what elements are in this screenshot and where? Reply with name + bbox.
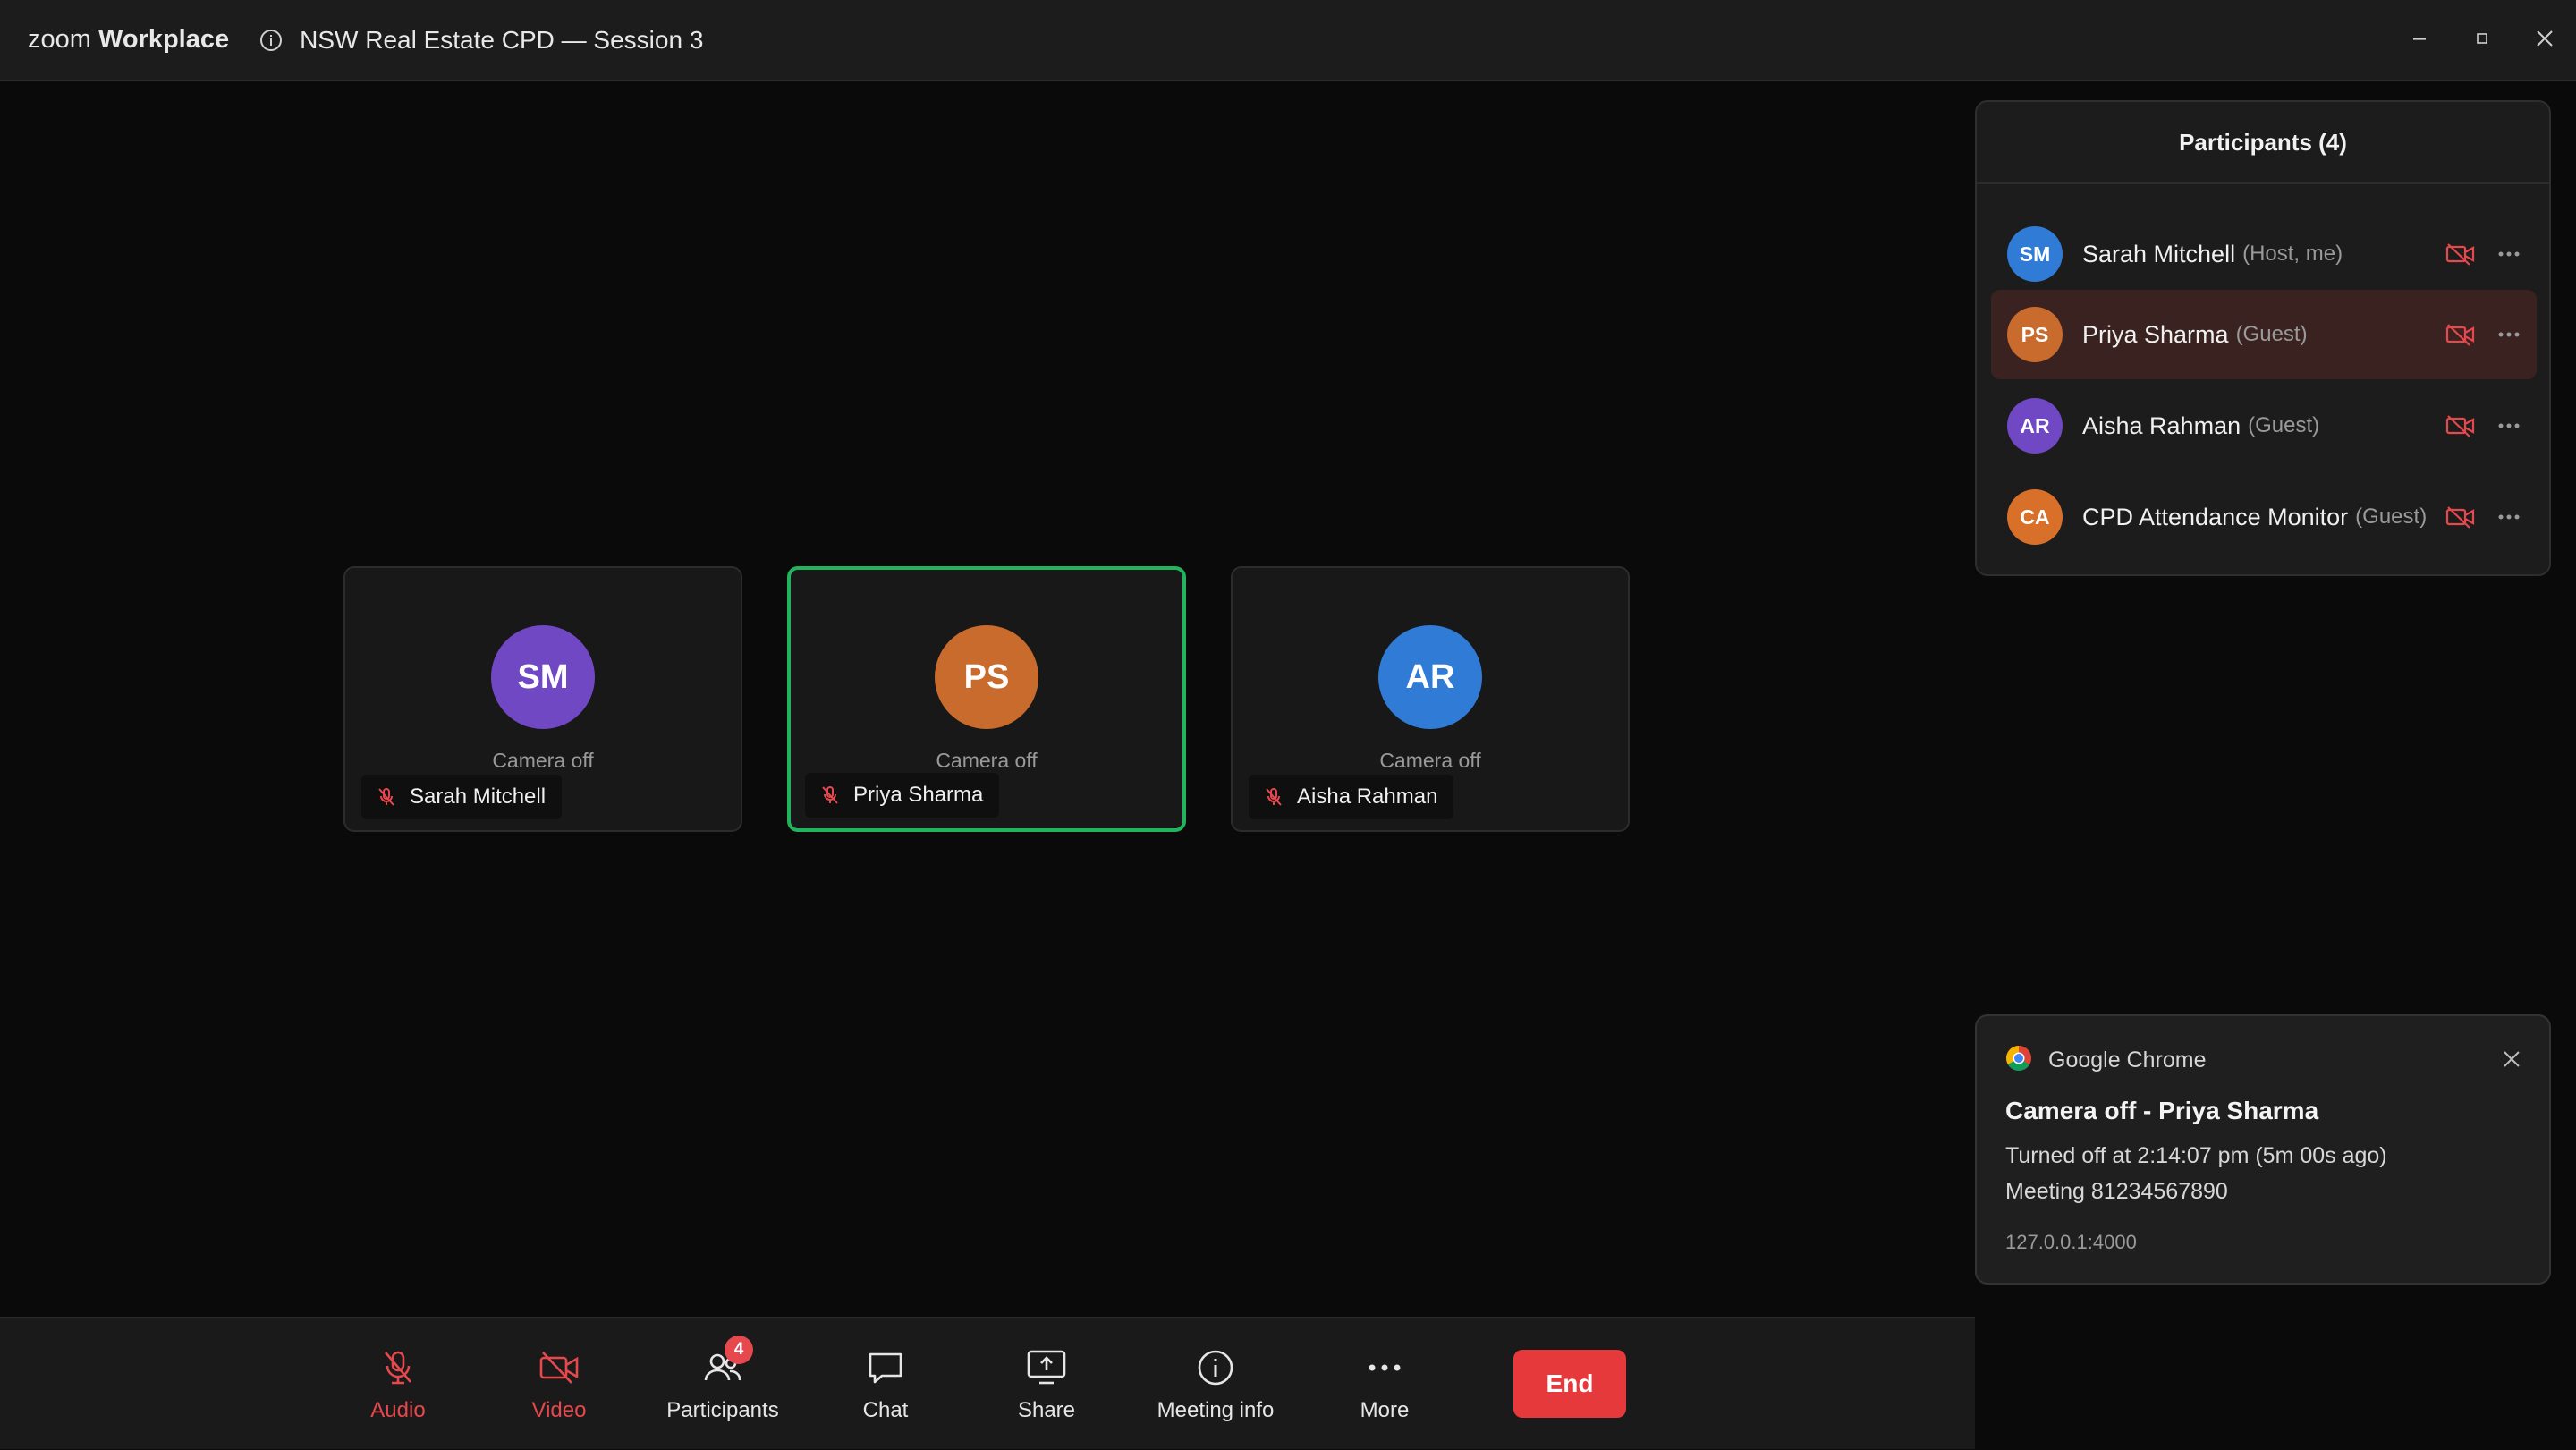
meeting-info-icon[interactable] [258,28,284,53]
camera-off-label: Camera off [492,749,594,772]
camera-off-label: Camera off [936,749,1038,772]
notification-source: 127.0.0.1:4000 [2005,1231,2137,1253]
tile-name: Aisha Rahman [1297,784,1438,809]
tile-name: Sarah Mitchell [410,784,547,809]
meeting-title: NSW Real Estate CPD — Session 3 [300,25,704,54]
participants-icon: 4 [701,1336,753,1389]
participant-row-priya-sharma[interactable]: PS Priya Sharma (Guest) [1991,290,2537,379]
notification-time: Turned off at 2:14:07 pm (5m 00s ago) [2005,1143,2387,1168]
video-label: Video [531,1398,587,1422]
mic-muted-icon [376,786,397,808]
participant-name: CPD Attendance Monitor [2082,503,2349,530]
participant-role: (Guest) [2235,322,2308,346]
audio-button[interactable]: Audio [331,1318,465,1450]
participant-role: (Guest) [2355,505,2428,529]
title-bar: zoom Workplace NSW Real Estate CPD — Ses… [0,0,2576,81]
participants-label: Participants [666,1398,779,1422]
tile-avatar: PS [935,625,1038,729]
brand-zoom: zoom [28,25,91,54]
mic-muted-icon [1263,786,1284,808]
meeting-toolbar: Audio Video 4 Participants Chat Share Me… [0,1317,1975,1449]
minimize-button[interactable] [2388,0,2451,81]
brand-workplace: Workplace [97,25,230,54]
more-options-icon[interactable] [2494,242,2524,267]
tile-nametag: Priya Sharma [805,773,1000,818]
notification-app-name: Google Chrome [2048,1047,2207,1073]
mic-muted-icon [819,784,841,806]
camera-off-icon [2445,413,2476,438]
chat-icon [864,1346,907,1389]
video-tile-aisha-rahman[interactable]: AR Camera off Aisha Rahman [1231,566,1630,832]
notification-close-icon[interactable] [2499,1047,2524,1072]
participants-panel: Participants (4) SM Sarah Mitchell (Host… [1975,100,2551,576]
meeting-info-button[interactable]: Meeting info [1148,1318,1283,1450]
video-tile-priya-sharma[interactable]: PS Camera off Priya Sharma [787,566,1186,832]
share-label: Share [1017,1398,1076,1422]
close-window-button[interactable] [2513,0,2576,81]
tile-avatar: AR [1378,625,1482,729]
participant-role: (Guest) [2248,413,2320,437]
video-button[interactable]: Video [492,1318,626,1450]
tile-nametag: Sarah Mitchell [361,775,563,819]
camera-off-icon [2445,505,2476,530]
participants-button[interactable]: 4 Participants [656,1318,790,1450]
app-brand: zoom Workplace [28,25,229,55]
share-button[interactable]: Share [979,1318,1114,1450]
chrome-icon [2005,1045,2032,1076]
participant-row-aisha-rahman[interactable]: AR Aisha Rahman (Guest) [1991,381,2537,471]
camera-off-icon [2445,322,2476,347]
mic-muted-icon [377,1346,419,1389]
camera-off-icon [2445,242,2476,267]
share-screen-icon [1025,1346,1068,1389]
chrome-notification[interactable]: Google Chrome Camera off - Priya Sharma … [1975,1014,2551,1285]
participants-title: Participants (4) [1977,102,2549,184]
more-options-icon[interactable] [2494,413,2524,438]
maximize-icon [2473,30,2491,52]
tile-name: Priya Sharma [853,783,984,807]
participant-avatar: SM [2007,226,2063,282]
minimize-icon [2411,30,2428,52]
more-dots-icon [1363,1346,1406,1389]
camera-off-icon [538,1346,580,1389]
participant-row-cpd-attendance-monitor[interactable]: CA CPD Attendance Monitor (Guest) [1991,472,2537,562]
participants-count-badge: 4 [724,1336,753,1364]
info-icon [1194,1346,1237,1389]
more-label: More [1360,1398,1410,1422]
tile-avatar: SM [491,625,595,729]
close-icon [2534,28,2555,54]
participant-avatar: AR [2007,398,2063,454]
tile-nametag: Aisha Rahman [1249,775,1454,819]
more-options-icon[interactable] [2494,322,2524,347]
notification-app-row: Google Chrome [2005,1045,2206,1076]
camera-off-label: Camera off [1379,749,1481,772]
notification-meeting-id: Meeting 81234567890 [2005,1179,2228,1204]
more-button[interactable]: More [1318,1318,1452,1450]
participant-role: (Host, me) [2242,242,2343,266]
video-tile-sarah-mitchell[interactable]: SM Camera off Sarah Mitchell [343,566,742,832]
more-options-icon[interactable] [2494,505,2524,530]
participant-name: Priya Sharma [2082,320,2229,348]
maximize-button[interactable] [2451,0,2513,81]
chat-button[interactable]: Chat [818,1318,953,1450]
window-controls [2388,0,2576,81]
participant-row-sarah-mitchell[interactable]: SM Sarah Mitchell (Host, me) [1991,209,2537,299]
chat-label: Chat [862,1398,909,1422]
participant-avatar: CA [2007,489,2063,545]
meeting-info-label: Meeting info [1157,1398,1275,1422]
participant-avatar: PS [2007,307,2063,362]
end-meeting-button[interactable]: End [1513,1350,1626,1418]
audio-label: Audio [370,1398,426,1422]
notification-title: Camera off - Priya Sharma [2005,1097,2319,1124]
participant-name: Aisha Rahman [2082,411,2241,439]
participant-name: Sarah Mitchell [2082,240,2236,267]
